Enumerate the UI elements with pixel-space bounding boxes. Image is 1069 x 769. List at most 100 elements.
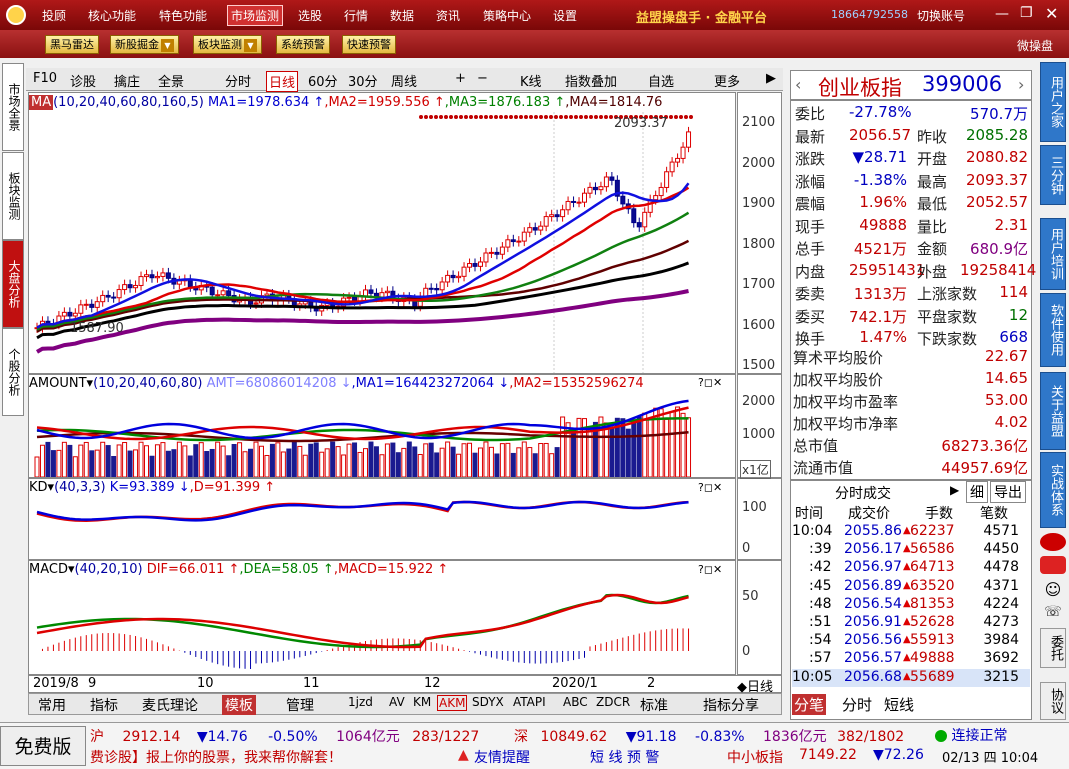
toolbar-button-0[interactable]: 黑马雷达	[45, 35, 99, 54]
chart-tool-6[interactable]: 60分	[308, 71, 338, 90]
chart-tool-2[interactable]: 擒庄	[114, 71, 140, 90]
sh-index-ticker[interactable]: 沪 2912.14 ▼14.76 -0.50% 1064亿元 283/1227	[90, 726, 479, 746]
short-alert[interactable]: 短 线 预 警	[590, 747, 659, 767]
close-icon[interactable]: ✕	[1045, 4, 1058, 23]
ticks-export-button[interactable]: 导出	[990, 481, 1026, 503]
bottom-tab-12[interactable]: ZDCR	[596, 695, 630, 709]
bottom-tab-14[interactable]: 指标分享	[703, 695, 759, 715]
toolbar-button-1[interactable]: 新股掘金 ▼	[110, 35, 179, 54]
zoom-out-icon[interactable]: −	[477, 71, 488, 86]
right-tab-4[interactable]: 关于益盟	[1040, 372, 1066, 450]
toolbar-button-3[interactable]: 系统预警	[276, 35, 330, 54]
phone-icon[interactable]: ☏	[1040, 604, 1066, 624]
right-tab-0[interactable]: 用户之家	[1040, 62, 1066, 142]
amount-chart[interactable]	[29, 393, 736, 477]
menu-item-7[interactable]: 资讯	[436, 7, 460, 24]
ma-label[interactable]: MA	[29, 95, 54, 110]
free-version-button[interactable]: 免费版	[0, 726, 86, 766]
macd-label[interactable]: MACD	[29, 562, 68, 577]
chart-tool-10[interactable]: 指数叠加	[565, 71, 617, 90]
bottom-tab-6[interactable]: AV	[389, 695, 405, 709]
menu-item-1[interactable]: 核心功能	[88, 7, 136, 24]
prev-stock-icon[interactable]: ‹	[795, 75, 801, 94]
toolbar-button-2[interactable]: 板块监测 ▼	[193, 35, 262, 54]
sz-index-ticker[interactable]: 深 10849.62 ▼91.18 -0.83% 1836亿元 382/1802	[514, 726, 904, 746]
ticks-title[interactable]: 分时成交	[835, 483, 891, 503]
kd-chart[interactable]	[29, 497, 736, 559]
bottom-tab-3[interactable]: 模板	[222, 695, 256, 715]
left-tab-2[interactable]: 大盘分析	[2, 240, 24, 328]
face-icon[interactable]: ☺	[1040, 580, 1066, 600]
menu-item-8[interactable]: 策略中心	[483, 7, 531, 24]
signal-marker	[584, 115, 588, 119]
friendly-tip[interactable]: 友情提醒	[474, 747, 530, 767]
switch-account-link[interactable]: 切换账号	[917, 7, 965, 24]
menu-item-9[interactable]: 设置	[553, 7, 577, 24]
tick-tab-0[interactable]: 分笔	[792, 694, 827, 715]
bottom-tab-1[interactable]: 指标	[90, 695, 118, 715]
chart-tool-4[interactable]: 分时	[225, 71, 251, 90]
ticks-expand-icon[interactable]: ▶	[950, 483, 959, 497]
dropdown-arrow-icon[interactable]: ▼	[161, 38, 174, 52]
minimize-icon[interactable]: —	[995, 6, 1009, 22]
chart-tool-12[interactable]: 更多	[714, 71, 740, 90]
bottom-tab-10[interactable]: ATAPI	[513, 695, 546, 709]
chart-tool-1[interactable]: 诊股	[70, 71, 96, 90]
bottom-tab-0[interactable]: 常用	[38, 695, 66, 715]
sme-index-name[interactable]: 中小板指	[727, 747, 783, 767]
menu-item-4[interactable]: 选股	[298, 7, 322, 24]
bottom-tab-2[interactable]: 麦氏理论	[142, 695, 198, 715]
menu-item-3[interactable]: 市场监测	[227, 5, 284, 26]
panel-controls-macd[interactable]: ?◻✕	[698, 563, 722, 576]
bottom-tab-7[interactable]: KM	[413, 695, 431, 709]
chart-tool-7[interactable]: 30分	[348, 71, 378, 90]
bottom-tab-4[interactable]: 管理	[286, 695, 314, 715]
right-tab-3[interactable]: 软件使用	[1040, 293, 1066, 367]
menu-item-6[interactable]: 数据	[390, 7, 414, 24]
signal-marker	[514, 115, 518, 119]
protocol-tab[interactable]: 协议	[1040, 682, 1066, 720]
price-chart[interactable]	[29, 112, 736, 373]
right-tab-5[interactable]: 实战体系	[1040, 452, 1066, 528]
info-value-10: 1.47%	[859, 328, 907, 346]
chart-tool-11[interactable]: 自选	[648, 71, 674, 90]
menu-item-2[interactable]: 特色功能	[159, 7, 207, 24]
panel-controls-kd[interactable]: ?◻✕	[698, 481, 722, 494]
gift-icon[interactable]	[1040, 556, 1066, 574]
marquee-text[interactable]: 费诊股】报上你的股票，我来帮你解套！	[90, 747, 342, 767]
chart-tool-9[interactable]: K线	[520, 71, 542, 90]
delegate-tab[interactable]: 委托	[1040, 628, 1066, 668]
bottom-tab-13[interactable]: 标准	[640, 695, 668, 715]
menu-item-5[interactable]: 行情	[344, 7, 368, 24]
chart-tool-5[interactable]: 日线	[266, 71, 299, 92]
right-tab-2[interactable]: 用户培训	[1040, 218, 1066, 290]
sme-index-change: ▼72.26	[873, 747, 924, 763]
bottom-tab-5[interactable]: 1jzd	[348, 695, 373, 709]
kd-label[interactable]: KD	[29, 480, 48, 495]
left-tab-1[interactable]: 板块监测	[2, 152, 24, 240]
bottom-tab-11[interactable]: ABC	[563, 695, 588, 709]
restore-icon[interactable]: ❐	[1020, 5, 1033, 21]
ticks-detail-button[interactable]: 细	[966, 481, 988, 503]
bottom-tab-8[interactable]: AKM	[437, 695, 468, 711]
right-tab-1[interactable]: 三分钟	[1040, 145, 1066, 205]
delegate-icon[interactable]	[1040, 533, 1066, 551]
chart-tool-3[interactable]: 全景	[158, 71, 184, 90]
collapse-panel-icon[interactable]: ▶	[766, 71, 776, 86]
zoom-in-icon[interactable]: +	[455, 71, 466, 86]
tick-tab-1[interactable]: 分时	[840, 694, 874, 715]
amount-label[interactable]: AMOUNT	[29, 376, 87, 391]
dropdown-arrow-icon[interactable]: ▼	[244, 38, 257, 52]
next-stock-icon[interactable]: ›	[1018, 75, 1024, 94]
toolbar-button-4[interactable]: 快速预警	[342, 35, 396, 54]
tick-tab-2[interactable]: 短线	[882, 694, 916, 715]
macd-chart[interactable]	[29, 579, 736, 674]
chart-tool-8[interactable]: 周线	[391, 71, 417, 90]
left-tab-0[interactable]: 市场全景	[2, 63, 24, 151]
panel-controls-amount[interactable]: ?◻✕	[698, 376, 722, 389]
left-tab-3[interactable]: 个股分析	[2, 328, 24, 416]
chart-tool-0[interactable]: F10	[33, 71, 57, 86]
micro-trade-label[interactable]: 微操盘	[1017, 37, 1053, 54]
menu-item-0[interactable]: 投顾	[42, 7, 66, 24]
bottom-tab-9[interactable]: SDYX	[472, 695, 504, 709]
